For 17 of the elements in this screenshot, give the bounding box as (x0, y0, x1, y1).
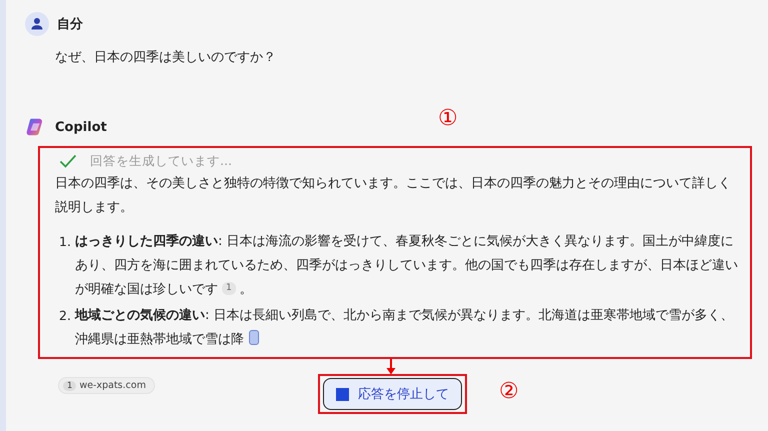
user-name: 自分 (57, 16, 83, 33)
citation-badge[interactable]: 1 (222, 282, 236, 295)
list-item-text: はっきりした四季の違い: 日本は海流の影響を受けて、春夏秋冬ごとに気候が大きく異なります。国土が中緯度にあり、四方を海に囲まれているため、四季がはっきりしています。他の国でも四季は存在しますが、日本ほど違いが明確な国は珍しいです 1 。 (75, 232, 739, 299)
arrow (386, 359, 396, 375)
list-item-text: 地域ごとの気候の違い: 日本は長細い列島で、北から南まで気候が異なります。北海道は亜寒帯地域で雪が多く、沖縄県は亜熱帯地域で雪は降 (75, 307, 735, 349)
annotation-number: ② (499, 381, 519, 403)
source-chip[interactable]: 1 we-xpats.com (58, 377, 155, 394)
user-message: なぜ、日本の四季は美しいのですか？ (55, 49, 277, 66)
list-number: 1. (58, 233, 71, 251)
stop-icon (336, 388, 349, 400)
status-text: 回答を生成しています... (90, 152, 232, 170)
annotation-number: ① (438, 108, 458, 130)
list-number: 2. (58, 307, 71, 325)
stop-button[interactable]: 応答を停止して (322, 378, 462, 410)
answer-paragraph: 日本の四季は、その美しさと独特の特徴で知られています。ここでは、日本の四季の魅力とその理由について詳しく説明します。 (55, 175, 732, 217)
user-avatar-icon (25, 12, 49, 36)
assistant-name: Copilot (55, 120, 107, 134)
